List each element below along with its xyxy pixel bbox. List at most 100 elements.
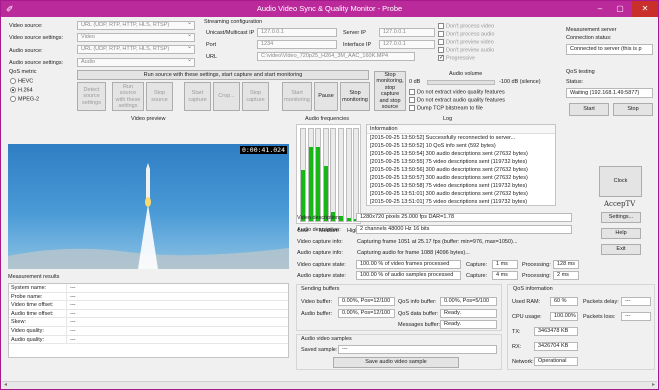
audio-cap-value: Capturing audio for frame 1088 (4096 byt… bbox=[357, 250, 470, 256]
video-source-select[interactable]: URL (UDP, RTP, HTTP, HLS, RTSP) bbox=[77, 21, 195, 30]
sending-buffers-title: Sending buffers bbox=[301, 286, 340, 292]
measurement-value: --- bbox=[70, 310, 76, 317]
run-all-button[interactable]: Run source with these settings, start ca… bbox=[77, 70, 369, 80]
audio-frequencies-title: Audio frequencies bbox=[305, 116, 350, 122]
qos-buffer-value: 0.00%, Pos=5/100 bbox=[440, 297, 497, 306]
qos-buffer-label: QoS info buffer: bbox=[398, 299, 437, 305]
close-button[interactable]: ✕ bbox=[632, 1, 658, 17]
checkbox-icon bbox=[438, 39, 444, 45]
radio-icon bbox=[10, 96, 16, 102]
measurement-results-title: Measurement results bbox=[8, 274, 60, 280]
acceptv-logo: AccepTV bbox=[604, 200, 636, 208]
server-ip-input[interactable]: 127.0.0.1 bbox=[379, 28, 435, 37]
frequency-band-bar bbox=[322, 128, 329, 222]
clock-button[interactable]: Clock bbox=[599, 166, 642, 197]
start-monitoring-button[interactable]: Start monitoring bbox=[282, 82, 312, 111]
frequency-band-level bbox=[316, 147, 321, 221]
opt-progressive[interactable]: Progressive bbox=[438, 55, 475, 61]
log-line: [2015-09-25 13:50:56] 300 audio descript… bbox=[370, 167, 528, 173]
audio-cap-state-value: 100.00 % of audio samples processed bbox=[356, 271, 461, 280]
start-capture-button[interactable]: Start capture bbox=[184, 82, 211, 111]
stop-monitoring-button[interactable]: Stop monitoring bbox=[340, 82, 370, 111]
used-ram-value: 60 % bbox=[550, 297, 578, 306]
checkbox-icon bbox=[409, 105, 415, 111]
qos-metric-title: QoS metric bbox=[9, 69, 37, 75]
qos-metric-mpeg2[interactable]: MPEG-2 bbox=[10, 96, 39, 102]
log-header: Information bbox=[367, 125, 555, 134]
log-title: Log bbox=[443, 116, 453, 122]
measurement-key: Audio quality: bbox=[9, 335, 67, 344]
video-cap-state-label: Video capture state: bbox=[297, 262, 346, 268]
opt-no-process-audio[interactable]: Don't process audio bbox=[438, 31, 494, 37]
interface-ip-label: Interface IP bbox=[343, 42, 372, 48]
url-input[interactable]: C:\video\Video_720p25_H264_3M_AAC_160K.M… bbox=[257, 52, 415, 61]
opt-no-preview-video[interactable]: Don't preview video bbox=[438, 39, 494, 45]
frequency-band-level bbox=[301, 170, 305, 221]
frequency-band-level bbox=[323, 165, 328, 221]
video-desc-label: Video description: bbox=[297, 215, 341, 221]
run-source-button[interactable]: Run source with these settings bbox=[112, 82, 144, 111]
packets-loss-value: --- bbox=[621, 312, 651, 321]
log-line: [2015-09-25 13:50:52] Successfully recon… bbox=[370, 135, 516, 141]
app-window: ✐ Audio Video Sync & Quality Monitor - P… bbox=[0, 0, 659, 390]
video-cap-state-value: 100.00 % of video frames processed bbox=[356, 260, 461, 269]
audio-volume-left: 0 dB bbox=[409, 79, 421, 85]
port-input[interactable]: 1234 bbox=[257, 40, 337, 49]
no-video-features-check[interactable]: Do not extract video quality features bbox=[409, 89, 505, 95]
audio-settings-select[interactable]: Audio bbox=[77, 58, 195, 67]
checkbox-icon bbox=[438, 23, 444, 29]
settings-button[interactable]: Settings... bbox=[601, 212, 641, 223]
log-line: [2015-09-25 13:50:52] 10 QoS info sent (… bbox=[370, 143, 496, 149]
used-ram-label: Used RAM: bbox=[512, 299, 541, 305]
measurement-row: Audio quality: --- bbox=[9, 335, 288, 345]
help-button[interactable]: Help bbox=[601, 228, 641, 239]
scroll-left-icon[interactable]: ◂ bbox=[4, 381, 7, 388]
packets-delay-value: --- bbox=[621, 297, 651, 306]
log-panel[interactable]: Information [2015-09-25 13:50:52] Succes… bbox=[366, 124, 556, 206]
multicast-ip-input[interactable]: 127.0.0.1 bbox=[257, 28, 337, 37]
frequency-band-bar bbox=[330, 128, 337, 222]
opt-no-process-video[interactable]: Don't process video bbox=[438, 23, 494, 29]
stop-capture-button[interactable]: Stop capture bbox=[242, 82, 269, 111]
exit-button[interactable]: Exit bbox=[601, 244, 641, 255]
frequency-band-bar bbox=[300, 128, 306, 222]
horizontal-scrollbar[interactable]: ◂ ▸ bbox=[2, 381, 657, 389]
crop-button[interactable]: Crop... bbox=[213, 82, 240, 111]
pause-button[interactable]: Pause bbox=[314, 82, 338, 111]
log-line: [2015-09-25 13:50:58] 75 video descripti… bbox=[370, 183, 528, 189]
measurement-results-table: System name: --- Probe name: --- Video time … bbox=[8, 283, 289, 358]
maximize-button[interactable]: ▢ bbox=[610, 1, 630, 17]
interface-ip-input[interactable]: 127.0.0.1 bbox=[379, 40, 435, 49]
qos-start-button[interactable]: Start bbox=[569, 103, 609, 116]
network-value: Operational bbox=[534, 357, 578, 366]
cpu-usage-label: CPU usage: bbox=[512, 314, 542, 320]
scroll-right-icon[interactable]: ▸ bbox=[652, 381, 655, 388]
qos-data-buffer-label: QoS data buffer: bbox=[398, 311, 439, 317]
dump-tcp-check[interactable]: Dump TCP bitstream to file bbox=[409, 105, 483, 111]
qos-metric-h264[interactable]: H.264 bbox=[10, 87, 33, 93]
audio-settings-label: Audio source settings: bbox=[9, 60, 64, 66]
messages-buffer-label: Messages buffer: bbox=[398, 322, 441, 328]
qos-stop-button[interactable]: Stop bbox=[613, 103, 653, 116]
messages-buffer-value: Ready. bbox=[440, 320, 497, 329]
streaming-config-title: Streaming configuration bbox=[204, 19, 263, 25]
cpu-usage-value: 100.00% bbox=[550, 312, 578, 321]
audio-desc-value: 2 channels 48000 Hz 16 bits bbox=[356, 225, 572, 234]
measurement-value: --- bbox=[70, 285, 76, 291]
audio-source-select[interactable]: URL (UDP, RTP, HTTP, HLS, RTSP) bbox=[77, 45, 195, 54]
save-sample-button[interactable]: Save audio video sample bbox=[333, 357, 459, 368]
log-line: [2015-09-25 13:51:01] 300 audio descript… bbox=[370, 191, 528, 197]
minimize-button[interactable]: – bbox=[590, 1, 610, 17]
detect-settings-button[interactable]: Detect source settings bbox=[77, 82, 106, 111]
stop-source-button[interactable]: Stop source bbox=[146, 82, 173, 111]
measurement-row: Probe name: --- bbox=[9, 292, 288, 302]
stop-all-button[interactable]: Stop monitoring, stop capture and stop s… bbox=[374, 71, 406, 111]
video-buffer-label: Video buffer: bbox=[301, 299, 332, 305]
opt-no-preview-audio[interactable]: Don't preview audio bbox=[438, 47, 494, 53]
no-audio-features-check[interactable]: Do not extract audio quality features bbox=[409, 97, 505, 103]
qos-metric-hevc[interactable]: HEVC bbox=[10, 78, 33, 84]
port-label: Port bbox=[206, 42, 217, 48]
measurement-value: --- bbox=[70, 327, 76, 334]
video-settings-select[interactable]: Video bbox=[77, 33, 195, 42]
frequency-band-bar bbox=[307, 128, 314, 222]
